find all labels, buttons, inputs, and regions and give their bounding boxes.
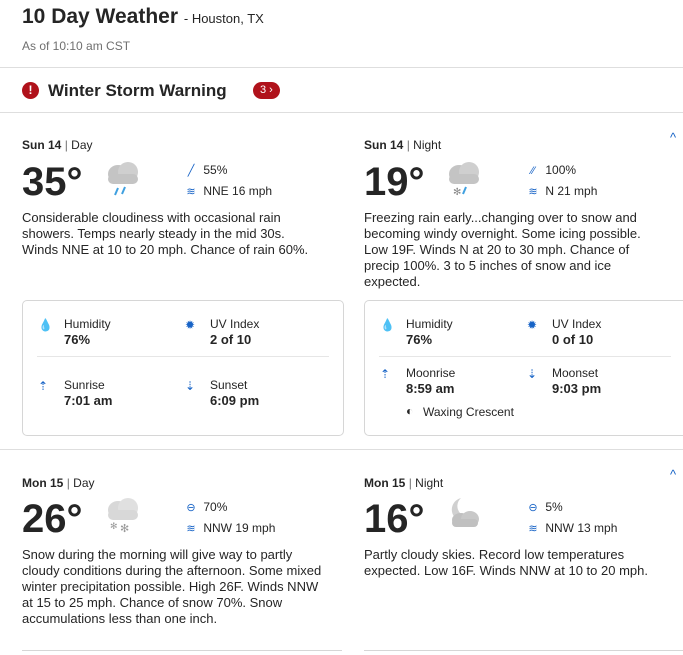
alert-icon: ! xyxy=(22,82,39,99)
sunset-value: 6:09 pm xyxy=(210,393,260,408)
night-wind-stat: ≋ N 21 mph xyxy=(524,184,597,198)
night-temperature: 16° xyxy=(364,497,425,541)
moonset-icon: ⇣ xyxy=(527,367,538,381)
day-date: Mon 15 xyxy=(22,476,64,490)
rain-drop-icon: ╱ xyxy=(187,165,195,177)
uv-index-value: 2 of 10 xyxy=(210,332,252,347)
wind-value: NNW 19 mph xyxy=(203,521,276,535)
rain-cloud-icon xyxy=(100,156,142,198)
night-temperature: 19° xyxy=(364,160,425,204)
sunrise-label: Sunrise xyxy=(64,378,105,392)
card-divider xyxy=(379,356,671,357)
precip-value: 55% xyxy=(203,163,228,177)
night-date: Mon 15 xyxy=(364,476,406,490)
day-temperature: 35° xyxy=(22,160,83,204)
precip-stat: ╱ 55% xyxy=(182,163,228,177)
uv-index-label: UV Index xyxy=(552,317,602,331)
sunset-icon: ⇣ xyxy=(185,379,196,393)
humidity-label: Humidity xyxy=(64,317,111,331)
wind-icon: ≋ xyxy=(186,186,196,198)
precip-stat: ⊖ 70% xyxy=(182,500,227,514)
wind-icon: ≋ xyxy=(528,186,538,198)
night-precip-stat: ⁄⁄ 100% xyxy=(524,163,576,177)
humidity-icon: 💧 xyxy=(380,318,395,332)
snow-cloud-icon: ✻ ✻ xyxy=(100,492,142,534)
details-card: 💧 Humidity 76% ✹ UV Index 2 of 10 ⇡ Sunr… xyxy=(22,300,344,436)
wind-stat: ≋ NNW 19 mph xyxy=(182,521,275,535)
precip-value: 70% xyxy=(203,500,228,514)
humidity-label: Humidity xyxy=(406,317,453,331)
day-description: Snow during the morning will give way to… xyxy=(22,547,322,626)
uv-index-icon: ✹ xyxy=(185,318,196,332)
day-label: Mon 15 | Day xyxy=(22,476,95,490)
night-wind-value: NNW 13 mph xyxy=(545,521,618,535)
wind-value: NNE 16 mph xyxy=(203,184,273,198)
moon-cloud-icon xyxy=(441,492,483,534)
night-details-card: 💧 Humidity 76% ✹ UV Index 0 of 10 ⇡ Moon… xyxy=(364,300,683,436)
header-divider xyxy=(0,67,683,68)
card-divider xyxy=(37,356,329,357)
waxing-crescent-icon: ◐ xyxy=(406,404,414,418)
sunset-label: Sunset xyxy=(210,378,248,392)
night-precip-stat: ⊖ 5% xyxy=(524,500,563,514)
moonrise-label: Moonrise xyxy=(406,366,456,380)
humidity-icon: 💧 xyxy=(38,318,53,332)
day-description: Considerable cloudiness with occasional … xyxy=(22,210,309,257)
sunrise-icon: ⇡ xyxy=(38,379,49,393)
day-temperature: 26° xyxy=(22,497,83,541)
as-of-timestamp: As of 10:10 am CST xyxy=(22,39,131,53)
moonset-label: Moonset xyxy=(552,366,599,380)
page-title-text: 10 Day Weather xyxy=(22,5,179,28)
alert-count-badge[interactable]: 3 › xyxy=(253,82,280,99)
night-precip-value: 100% xyxy=(545,163,577,177)
page-title: 10 Day Weather - Houston, TX xyxy=(22,5,264,29)
precip-dot-icon: ⊖ xyxy=(528,502,538,514)
humidity-value: 76% xyxy=(64,332,91,347)
moonset-value: 9:03 pm xyxy=(552,381,602,396)
svg-text:✻: ✻ xyxy=(110,521,118,531)
night-description: Partly cloudy skies. Record low temperat… xyxy=(364,547,648,578)
moonrise-value: 8:59 am xyxy=(406,381,455,396)
location-label: - Houston, TX xyxy=(183,11,264,26)
wind-stat: ≋ NNE 16 mph xyxy=(182,184,272,198)
wind-icon: ≋ xyxy=(528,523,538,535)
day-period: Day xyxy=(73,476,95,490)
night-details-card xyxy=(364,650,683,655)
wind-icon: ≋ xyxy=(186,523,196,535)
uv-index-icon: ✹ xyxy=(527,318,538,332)
night-period: Night xyxy=(415,476,444,490)
day-divider xyxy=(0,449,683,450)
uv-index-value: 0 of 10 xyxy=(552,332,594,347)
night-wind-value: N 21 mph xyxy=(545,184,598,198)
freezing-rain-snow-icon: ✻ xyxy=(441,156,483,198)
night-period: Night xyxy=(413,138,442,152)
day-period: Day xyxy=(71,138,93,152)
humidity-value: 76% xyxy=(406,332,433,347)
rain-drop-icon: ⁄⁄ xyxy=(531,165,535,177)
night-description: Freezing rain early...changing over to s… xyxy=(364,210,641,289)
details-card xyxy=(22,650,342,655)
moon-phase-label: Waxing Crescent xyxy=(423,405,514,419)
collapse-chevron-icon[interactable]: ^ xyxy=(670,467,676,482)
night-wind-stat: ≋ NNW 13 mph xyxy=(524,521,617,535)
svg-text:✻: ✻ xyxy=(120,523,129,534)
night-precip-value: 5% xyxy=(545,500,563,514)
night-date: Sun 14 xyxy=(364,138,404,152)
sunrise-value: 7:01 am xyxy=(64,393,113,408)
winter-storm-warning-link[interactable]: Winter Storm Warning xyxy=(48,81,227,101)
day-label: Sun 14 | Day xyxy=(22,138,93,152)
day-date: Sun 14 xyxy=(22,138,62,152)
night-label: Sun 14 | Night xyxy=(364,138,442,152)
precip-dot-icon: ⊖ xyxy=(186,502,196,514)
uv-index-label: UV Index xyxy=(210,317,260,331)
svg-text:✻: ✻ xyxy=(453,187,461,198)
moonrise-icon: ⇡ xyxy=(380,367,391,381)
collapse-chevron-icon[interactable]: ^ xyxy=(670,130,676,145)
alert-divider xyxy=(0,112,683,113)
night-label: Mon 15 | Night xyxy=(364,476,444,490)
